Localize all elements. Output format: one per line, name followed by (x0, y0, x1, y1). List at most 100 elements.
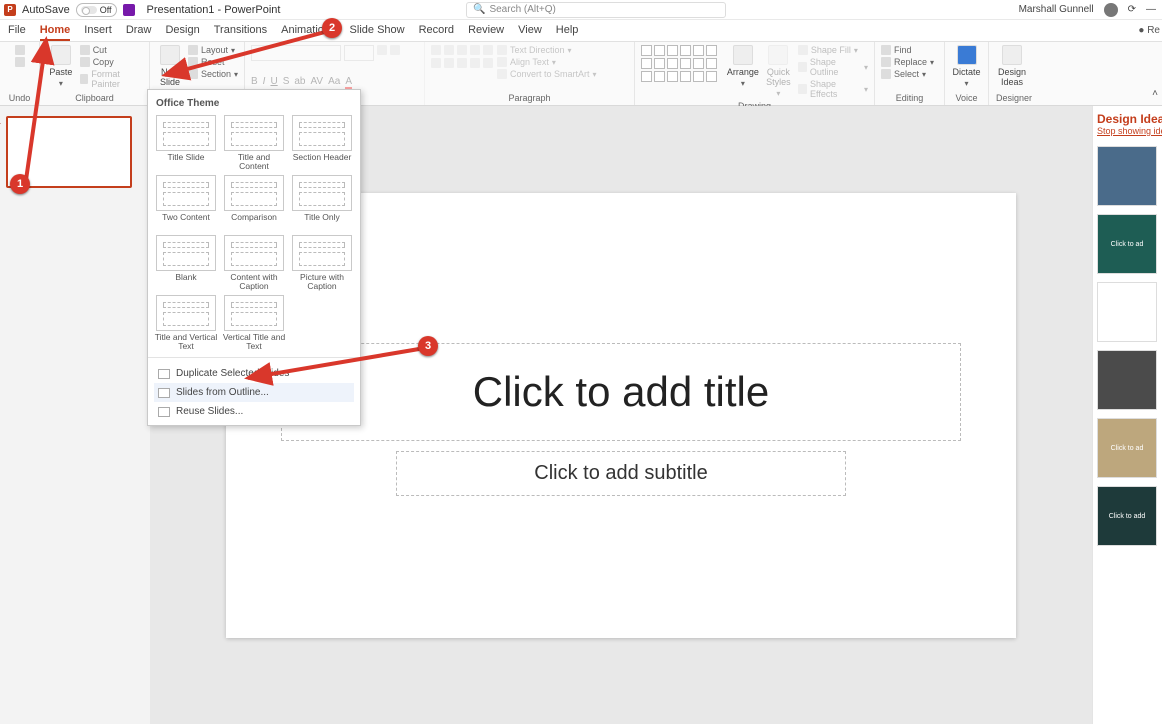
layout-option[interactable]: Picture with Caption (290, 235, 354, 291)
thumbnail-pane[interactable]: 1 (0, 106, 150, 724)
layout-option[interactable]: Content with Caption (222, 235, 286, 291)
tab-home[interactable]: Home (40, 24, 71, 41)
italic-button[interactable]: I (263, 76, 266, 89)
find-button[interactable]: Find (881, 45, 934, 55)
indent-dec-icon[interactable] (457, 45, 467, 55)
case-button[interactable]: Aa (328, 76, 340, 89)
design-ideas-button[interactable]: Design Ideas (995, 45, 1029, 87)
layout-label: Vertical Title and Text (222, 333, 286, 351)
design-card[interactable]: Click to ad (1097, 418, 1157, 478)
autosave-toggle[interactable]: Off (76, 3, 117, 17)
design-card[interactable]: Click to add (1097, 486, 1157, 546)
tab-slideshow[interactable]: Slide Show (350, 24, 405, 41)
decrease-font-icon[interactable] (390, 45, 400, 55)
bold-button[interactable]: B (251, 76, 258, 89)
tab-transitions[interactable]: Transitions (214, 24, 267, 41)
tab-record[interactable]: Record (419, 24, 454, 41)
text-direction-button[interactable]: Text Direction▾ (497, 45, 597, 55)
font-family-select[interactable] (251, 45, 341, 61)
copy-button[interactable]: Copy (80, 57, 143, 67)
subtitle-placeholder[interactable]: Click to add subtitle (396, 451, 846, 496)
select-button[interactable]: Select▾ (881, 69, 934, 79)
duplicate-slides-action[interactable]: Duplicate Selected Slides (154, 364, 354, 383)
shape-effects-button[interactable]: Shape Effects▾ (798, 79, 868, 99)
align-left-icon[interactable] (431, 58, 441, 68)
window-min-icon[interactable]: — (1146, 4, 1156, 15)
tab-view[interactable]: View (518, 24, 542, 41)
reset-button[interactable]: Reset (188, 57, 238, 67)
layout-thumb (292, 235, 352, 271)
thumb-number: 1 (0, 116, 1, 126)
shape-fill-button[interactable]: Shape Fill▾ (798, 45, 868, 55)
spacing-button[interactable]: AV (310, 76, 323, 89)
align-text-button[interactable]: Align Text▾ (497, 57, 597, 67)
bullets-icon[interactable] (431, 45, 441, 55)
tab-help[interactable]: Help (556, 24, 579, 41)
shape-outline-button[interactable]: Shape Outline▾ (798, 57, 868, 77)
tab-file[interactable]: File (8, 24, 26, 41)
avatar[interactable] (1104, 3, 1118, 17)
design-card[interactable] (1097, 350, 1157, 410)
layout-option[interactable]: Section Header (290, 115, 354, 171)
design-card[interactable] (1097, 282, 1157, 342)
numbering-icon[interactable] (444, 45, 454, 55)
layout-option[interactable]: Two Content (154, 175, 218, 231)
format-painter-button[interactable]: Format Painter (80, 69, 143, 89)
collapse-ribbon-icon[interactable]: ˄ (1152, 88, 1158, 99)
undo-icon[interactable] (15, 45, 25, 55)
layout-thumb (292, 175, 352, 211)
layout-label: Title Only (304, 213, 340, 231)
redo-icon[interactable] (15, 57, 25, 67)
layout-label: Title and Vertical Text (154, 333, 218, 351)
arrange-button[interactable]: Arrange▾ (727, 45, 759, 88)
indent-inc-icon[interactable] (470, 45, 480, 55)
tab-draw[interactable]: Draw (126, 24, 152, 41)
title-placeholder[interactable]: Click to add title (281, 343, 961, 441)
layout-option[interactable]: Blank (154, 235, 218, 291)
tab-review[interactable]: Review (468, 24, 504, 41)
dictate-button[interactable]: Dictate▾ (951, 45, 982, 88)
section-button[interactable]: Section▾ (188, 69, 238, 79)
stop-showing-link[interactable]: Stop showing ideas f (1097, 126, 1158, 136)
replace-button[interactable]: Replace▾ (881, 57, 934, 67)
reuse-slides-action[interactable]: Reuse Slides... (154, 402, 354, 421)
tab-design[interactable]: Design (165, 24, 199, 41)
strike-button[interactable]: S (283, 76, 290, 89)
layout-option[interactable]: Comparison (222, 175, 286, 231)
design-card[interactable] (1097, 146, 1157, 206)
layout-thumb (224, 175, 284, 211)
layout-option[interactable]: Title Slide (154, 115, 218, 171)
underline-button[interactable]: U (270, 76, 277, 89)
layout-option[interactable]: Title and Vertical Text (154, 295, 218, 351)
increase-font-icon[interactable] (377, 45, 387, 55)
layout-option[interactable]: Vertical Title and Text (222, 295, 286, 351)
justify-icon[interactable] (470, 58, 480, 68)
align-right-icon[interactable] (457, 58, 467, 68)
paste-button[interactable]: Paste▾ (46, 45, 76, 88)
layout-option[interactable]: Title and Content (222, 115, 286, 171)
group-undo: Undo (6, 91, 33, 105)
search-input[interactable]: 🔍 Search (Alt+Q) (466, 2, 726, 18)
layout-option[interactable]: Title Only (290, 175, 354, 231)
font-size-select[interactable] (344, 45, 374, 61)
convert-smartart-button[interactable]: Convert to SmartArt▾ (497, 69, 597, 79)
user-name[interactable]: Marshall Gunnell (1019, 4, 1094, 15)
quick-styles-icon (768, 45, 788, 65)
cut-button[interactable]: Cut (80, 45, 143, 55)
save-icon[interactable] (123, 4, 135, 16)
shadow-button[interactable]: ab (294, 76, 305, 89)
layout-button[interactable]: Layout▾ (188, 45, 238, 55)
reopen-label[interactable]: ● Re (1138, 25, 1160, 36)
layout-label: Section Header (293, 153, 352, 171)
line-spacing-icon[interactable] (483, 45, 493, 55)
tab-insert[interactable]: Insert (84, 24, 112, 41)
align-center-icon[interactable] (444, 58, 454, 68)
slides-from-outline-action[interactable]: Slides from Outline... (154, 383, 354, 402)
copy-icon (80, 57, 90, 67)
font-color-button[interactable]: A (345, 76, 352, 89)
columns-icon[interactable] (483, 58, 493, 68)
shapes-gallery[interactable] (641, 45, 723, 82)
sync-icon[interactable]: ⟳ (1128, 4, 1136, 15)
quick-styles-button[interactable]: Quick Styles▾ (763, 45, 794, 98)
design-card[interactable]: Click to ad (1097, 214, 1157, 274)
